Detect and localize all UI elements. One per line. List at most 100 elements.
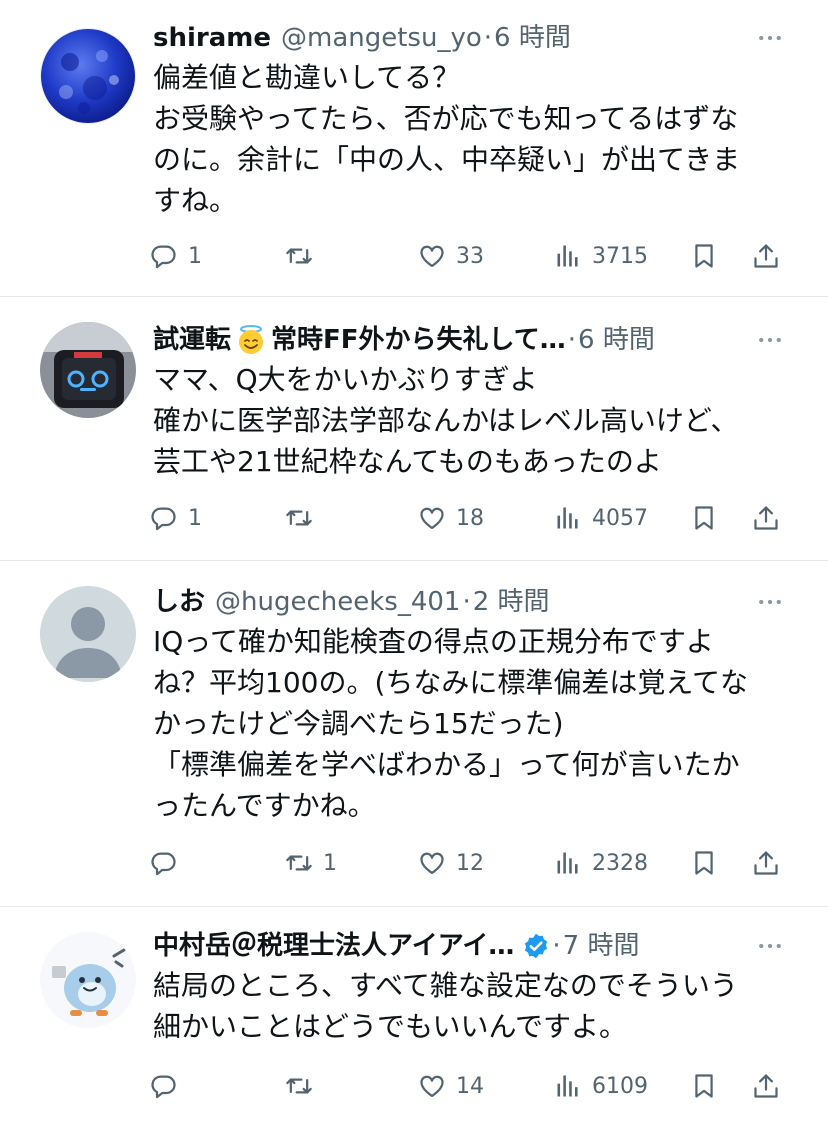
tweet-header: しお @hugecheeks_401 · 2 時間 <box>153 580 748 624</box>
avatar[interactable] <box>40 28 136 124</box>
views-button[interactable]: 6109 <box>554 1066 648 1106</box>
more-options-button[interactable] <box>752 584 788 620</box>
bookmark-button[interactable] <box>690 498 718 538</box>
action-bar: 1 12 2328 <box>150 843 790 883</box>
share-icon <box>752 849 780 877</box>
like-button[interactable]: 18 <box>418 498 484 538</box>
tweet-text-line: お受験やってたら、否が応でも知ってるはずな <box>153 102 739 135</box>
verified-badge-icon <box>525 933 548 959</box>
timestamp[interactable]: 7 時間 <box>563 924 640 968</box>
share-button[interactable] <box>752 498 780 538</box>
timestamp[interactable]: 2 時間 <box>473 580 550 624</box>
reply-button[interactable]: 1 <box>150 236 202 276</box>
retweet-button[interactable] <box>285 498 323 538</box>
share-button[interactable] <box>752 236 780 276</box>
separator-dot: · <box>552 931 561 961</box>
action-bar: 1 18 4057 <box>150 498 790 538</box>
heart-icon <box>418 504 446 532</box>
divider <box>0 296 828 297</box>
share-button[interactable] <box>752 1066 780 1106</box>
views-button[interactable]: 4057 <box>554 498 648 538</box>
reply-button[interactable] <box>150 843 188 883</box>
like-button[interactable]: 12 <box>418 843 484 883</box>
tweet-text-line: 結局のところ、すべて雑な設定なのでそういう <box>153 969 738 1002</box>
retweet-icon <box>285 504 313 532</box>
avatar[interactable] <box>40 586 136 682</box>
reply-count: 1 <box>188 243 202 269</box>
tweet-text: ママ、Q大をかいかぶりすぎよ 確かに医学部法学部なんかはレベル高いけど、 芸工や… <box>153 359 793 482</box>
more-icon <box>755 931 785 961</box>
view-count: 6109 <box>592 1073 648 1099</box>
like-count: 33 <box>456 243 484 269</box>
retweet-button[interactable] <box>285 1066 323 1106</box>
separator-dot: · <box>483 23 493 53</box>
like-count: 12 <box>456 850 484 876</box>
like-button[interactable]: 33 <box>418 236 484 276</box>
display-name[interactable]: shirame <box>153 16 271 60</box>
tweet-text-line: ね？平均100の。(ちなみに標準偏差は覚えてな <box>153 666 748 699</box>
reply-count: 1 <box>188 505 202 531</box>
display-name-suffix[interactable]: 常時FF外から失礼して… <box>271 318 566 362</box>
avatar[interactable] <box>40 322 136 418</box>
moon-avatar <box>40 28 136 124</box>
like-count: 18 <box>456 505 484 531</box>
more-icon <box>755 23 785 53</box>
user-handle[interactable]: @hugecheeks_401 <box>215 580 460 624</box>
share-icon <box>752 1072 780 1100</box>
reply-icon <box>150 1072 178 1100</box>
tweet-header: 中村岳＠税理士法人アイアイ… · 7 時間 <box>153 924 748 968</box>
views-button[interactable]: 2328 <box>554 843 648 883</box>
avatar[interactable] <box>40 932 136 1028</box>
user-handle[interactable]: @mangetsu_yo <box>281 16 482 60</box>
mascot-avatar <box>40 932 136 1028</box>
display-name[interactable]: 試運転 <box>153 318 231 362</box>
reply-icon <box>150 849 178 877</box>
views-icon <box>554 1072 582 1100</box>
heart-icon <box>418 849 446 877</box>
divider <box>0 906 828 907</box>
more-icon <box>755 587 785 617</box>
reply-button[interactable] <box>150 1066 188 1106</box>
bookmark-button[interactable] <box>690 1066 718 1106</box>
separator-dot: · <box>567 325 577 355</box>
tweet-text-line: 確かに医学部法学部なんかはレベル高いけど、 <box>153 404 739 437</box>
view-count: 3715 <box>592 243 648 269</box>
tweet-text-line: 「標準偏差を学べばわかる」って何が言いたか <box>153 748 740 781</box>
bookmark-button[interactable] <box>690 843 718 883</box>
retweet-icon <box>285 849 313 877</box>
tweet[interactable]: 試運転 常時FF外から失礼して… · 6 時間 ママ、Q大をかいかぶりすぎよ 確… <box>0 318 828 556</box>
smiling-face-with-halo-icon <box>239 325 264 354</box>
more-options-button[interactable] <box>752 928 788 964</box>
reply-button[interactable]: 1 <box>150 498 202 538</box>
bookmark-button[interactable] <box>690 236 718 276</box>
views-icon <box>554 504 582 532</box>
heart-icon <box>418 1072 446 1100</box>
views-button[interactable]: 3715 <box>554 236 648 276</box>
bookmark-icon <box>690 504 718 532</box>
tweet-text-line: IQって確か知能検査の得点の正規分布ですよ <box>153 625 714 658</box>
share-button[interactable] <box>752 843 780 883</box>
tweet-text: 偏差値と勘違いしてる？ お受験やってたら、否が応でも知ってるはずな のに。余計に… <box>153 57 793 221</box>
tweet[interactable]: 中村岳＠税理士法人アイアイ… · 7 時間 結局のところ、すべて雑な設定なのでそ… <box>0 924 828 1124</box>
display-name[interactable]: 中村岳＠税理士法人アイアイ… <box>153 924 514 968</box>
retweet-icon <box>285 1072 313 1100</box>
action-bar: 1 33 3715 <box>150 236 790 276</box>
tweet-text: 結局のところ、すべて雑な設定なのでそういう 細かいことはどうでもいいんですよ。 <box>153 965 793 1047</box>
like-count: 14 <box>456 1073 484 1099</box>
timestamp[interactable]: 6 時間 <box>578 318 655 362</box>
tweet-text-line: すね。 <box>153 184 238 217</box>
more-options-button[interactable] <box>752 20 788 56</box>
like-button[interactable]: 14 <box>418 1066 484 1106</box>
tweet-header: 試運転 常時FF外から失礼して… · 6 時間 <box>153 318 748 362</box>
display-name[interactable]: しお <box>153 580 205 624</box>
retweet-button[interactable]: 1 <box>285 843 337 883</box>
tweet-text: IQって確か知能検査の得点の正規分布ですよ ね？平均100の。(ちなみに標準偏差… <box>153 621 793 826</box>
tweet-text-line: 細かいことはどうでもいいんですよ。 <box>153 1010 628 1043</box>
action-bar: 14 6109 <box>150 1066 790 1106</box>
retweet-icon <box>285 242 313 270</box>
more-options-button[interactable] <box>752 322 788 358</box>
tweet[interactable]: shirame @mangetsu_yo · 6 時間 偏差値と勘違いしてる？ … <box>0 16 828 294</box>
retweet-button[interactable] <box>285 236 323 276</box>
tweet[interactable]: しお @hugecheeks_401 · 2 時間 IQって確か知能検査の得点の… <box>0 580 828 890</box>
timestamp[interactable]: 6 時間 <box>494 16 571 60</box>
